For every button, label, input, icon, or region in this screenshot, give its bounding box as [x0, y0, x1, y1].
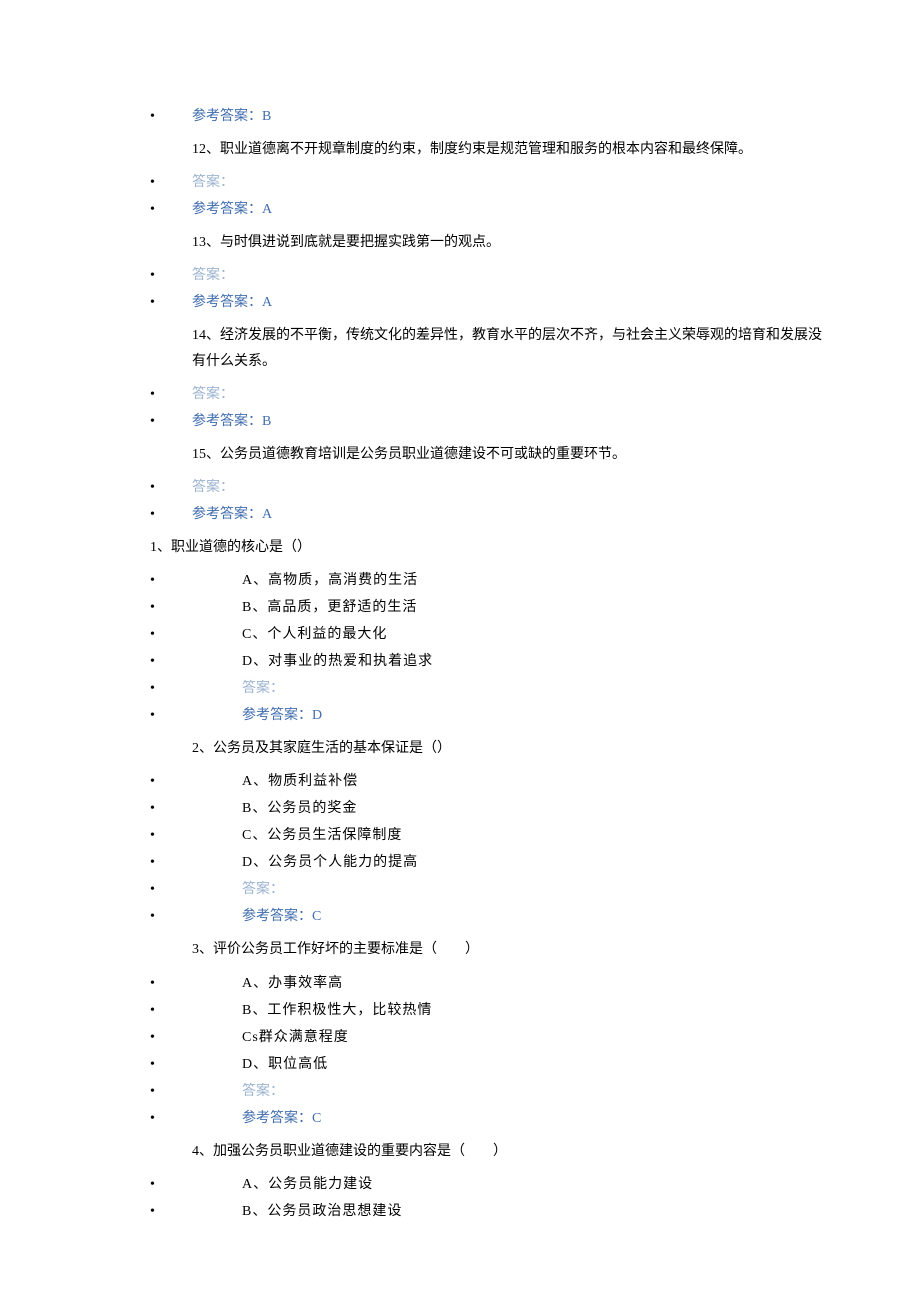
option-row: • D、对事业的热爱和执着追求: [150, 651, 770, 672]
user-answer-label: 答案：: [192, 477, 234, 498]
user-answer-label: 答案：: [192, 172, 234, 193]
question-text: 4、加强公务员职业道德建设的重要内容是（ ）: [192, 1139, 770, 1164]
reference-answer-label: 参考答案：C: [242, 906, 321, 927]
question-text: 2、公务员及其家庭生活的基本保证是（）: [192, 736, 770, 761]
option-row: • B、工作积极性大，比较热情: [150, 1000, 770, 1021]
option-text: B、公务员的奖金: [242, 798, 357, 819]
option-text: C、公务员生活保障制度: [242, 825, 402, 846]
reference-answer-row: • 参考答案：A: [150, 504, 770, 525]
bullet-icon: •: [150, 678, 242, 699]
question-text: 13、与时俱进说到底就是要把握实践第一的观点。: [192, 230, 770, 255]
option-text: A、公务员能力建设: [242, 1174, 373, 1195]
option-row: • B、高品质，更舒适的生活: [150, 597, 770, 618]
reference-answer-label: 参考答案：D: [242, 705, 322, 726]
reference-answer-label: 参考答案：A: [192, 504, 272, 525]
bullet-icon: •: [150, 705, 242, 726]
bullet-icon: •: [150, 1201, 242, 1222]
bullet-icon: •: [150, 1081, 242, 1102]
reference-answer-label: 参考答案：C: [242, 1108, 321, 1129]
bullet-icon: •: [150, 879, 242, 900]
user-answer-row: • 答案：: [150, 1081, 770, 1102]
option-text: D、对事业的热爱和执着追求: [242, 651, 433, 672]
reference-answer-row: • 参考答案：B: [150, 411, 770, 432]
user-answer-row: • 答案：: [150, 879, 770, 900]
option-text: Cs群众满意程度: [242, 1027, 349, 1048]
bullet-icon: •: [150, 570, 242, 591]
option-row: • A、办事效率高: [150, 973, 770, 994]
reference-answer-row: • 参考答案：C: [150, 906, 770, 927]
bullet-icon: •: [150, 1000, 242, 1021]
option-text: D、公务员个人能力的提高: [242, 852, 418, 873]
reference-answer-row: • 参考答案：D: [150, 705, 770, 726]
user-answer-row: • 答案：: [150, 265, 770, 286]
reference-answer-label: 参考答案：A: [192, 199, 272, 220]
bullet-icon: •: [150, 504, 192, 525]
bullet-icon: •: [150, 1174, 242, 1195]
question-text: 15、公务员道德教育培训是公务员职业道德建设不可或缺的重要环节。: [192, 442, 770, 467]
option-row: • B、公务员政治思想建设: [150, 1201, 770, 1222]
option-row: • A、公务员能力建设: [150, 1174, 770, 1195]
user-answer-label: 答案：: [242, 1081, 284, 1102]
user-answer-row: • 答案：: [150, 477, 770, 498]
reference-answer-row: • 参考答案：A: [150, 199, 770, 220]
option-row: • D、公务员个人能力的提高: [150, 852, 770, 873]
bullet-icon: •: [150, 1027, 242, 1048]
option-text: A、办事效率高: [242, 973, 343, 994]
bullet-icon: •: [150, 624, 242, 645]
option-row: • B、公务员的奖金: [150, 798, 770, 819]
bullet-icon: •: [150, 106, 192, 127]
bullet-icon: •: [150, 477, 192, 498]
bullet-icon: •: [150, 411, 192, 432]
user-answer-label: 答案：: [242, 678, 284, 699]
bullet-icon: •: [150, 597, 242, 618]
bullet-icon: •: [150, 199, 192, 220]
option-text: B、高品质，更舒适的生活: [242, 597, 417, 618]
bullet-icon: •: [150, 172, 192, 193]
option-row: • C、公务员生活保障制度: [150, 825, 770, 846]
user-answer-label: 答案：: [242, 879, 284, 900]
bullet-icon: •: [150, 292, 192, 313]
option-row: • C、个人利益的最大化: [150, 624, 770, 645]
bullet-icon: •: [150, 1054, 242, 1075]
option-text: B、工作积极性大，比较热情: [242, 1000, 432, 1021]
reference-answer-label: 参考答案：B: [192, 106, 271, 127]
document-page: • 参考答案：B 12、职业道德离不开规章制度的约束，制度约束是规范管理和服务的…: [0, 0, 920, 1301]
option-row: • A、高物质，高消费的生活: [150, 570, 770, 591]
user-answer-label: 答案：: [192, 384, 234, 405]
bullet-icon: •: [150, 906, 242, 927]
question-text: 12、职业道德离不开规章制度的约束，制度约束是规范管理和服务的根本内容和最终保障…: [192, 137, 832, 162]
reference-answer-row: • 参考答案：A: [150, 292, 770, 313]
bullet-icon: •: [150, 1108, 242, 1129]
user-answer-row: • 答案：: [150, 384, 770, 405]
option-row: • Cs群众满意程度: [150, 1027, 770, 1048]
reference-answer-row: • 参考答案：C: [150, 1108, 770, 1129]
user-answer-row: • 答案：: [150, 172, 770, 193]
option-row: • A、物质利益补偿: [150, 771, 770, 792]
question-text: 3、评价公务员工作好坏的主要标准是（ ）: [192, 937, 770, 962]
option-text: A、物质利益补偿: [242, 771, 358, 792]
user-answer-label: 答案：: [192, 265, 234, 286]
option-text: B、公务员政治思想建设: [242, 1201, 402, 1222]
option-text: C、个人利益的最大化: [242, 624, 387, 645]
question-text: 14、经济发展的不平衡，传统文化的差异性，教育水平的层次不齐，与社会主义荣辱观的…: [192, 323, 832, 373]
option-text: D、职位高低: [242, 1054, 328, 1075]
reference-answer-row: • 参考答案：B: [150, 106, 770, 127]
bullet-icon: •: [150, 825, 242, 846]
reference-answer-label: 参考答案：B: [192, 411, 271, 432]
bullet-icon: •: [150, 973, 242, 994]
option-row: • D、职位高低: [150, 1054, 770, 1075]
option-text: A、高物质，高消费的生活: [242, 570, 418, 591]
bullet-icon: •: [150, 265, 192, 286]
bullet-icon: •: [150, 651, 242, 672]
bullet-icon: •: [150, 384, 192, 405]
bullet-icon: •: [150, 852, 242, 873]
question-text: 1、职业道德的核心是（）: [150, 535, 770, 560]
bullet-icon: •: [150, 798, 242, 819]
user-answer-row: • 答案：: [150, 678, 770, 699]
bullet-icon: •: [150, 771, 242, 792]
reference-answer-label: 参考答案：A: [192, 292, 272, 313]
